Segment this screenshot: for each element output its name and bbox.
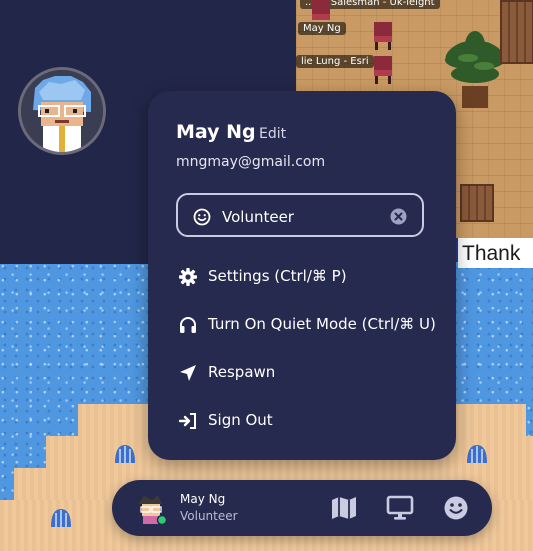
beach-chair: [51, 509, 71, 527]
smile-icon: [193, 208, 211, 226]
board-text: Thank: [462, 242, 521, 265]
menu-item-label: Settings (Ctrl/⌘ P): [208, 267, 347, 285]
profile-user-name: May Ng: [176, 121, 256, 143]
menu-item-label: Respawn: [208, 363, 276, 381]
location-arrow-icon: [180, 365, 196, 381]
sign-out-icon: [178, 413, 196, 429]
player-name-tag: lie Lung - Esri: [296, 55, 374, 68]
online-status-dot: [156, 514, 168, 526]
avatar-sprite-icon: [21, 70, 103, 152]
beach-chair: [467, 445, 487, 463]
status-value: Volunteer: [222, 208, 294, 226]
user-avatar-button[interactable]: [134, 492, 168, 526]
map-icon[interactable]: [330, 494, 358, 522]
menu-item-label: Turn On Quiet Mode (Ctrl/⌘ U): [208, 315, 436, 333]
chair: [374, 56, 392, 84]
profile-menu-popup: May Ng Edit mngmay@gmail.com Volunteer S…: [148, 91, 456, 460]
clear-circle-icon[interactable]: [390, 208, 407, 225]
wooden-crate: [500, 0, 533, 64]
headphones-icon: [180, 317, 196, 333]
chair: [374, 22, 392, 50]
beach-chair: [115, 445, 135, 463]
menu-item-settings[interactable]: Settings (Ctrl/⌘ P): [178, 265, 438, 289]
menu-item-sign-out[interactable]: Sign Out: [178, 409, 438, 433]
wooden-crate: [460, 184, 494, 222]
bottom-bar-user-status: Volunteer: [180, 509, 238, 523]
profile-email: mngmay@gmail.com: [176, 154, 326, 170]
status-input[interactable]: Volunteer: [176, 193, 424, 237]
menu-item-label: Sign Out: [208, 411, 273, 429]
water-area: [526, 404, 533, 436]
edit-name-link[interactable]: Edit: [259, 126, 286, 142]
gear-icon: [179, 268, 197, 286]
bottom-bar-user-name: May Ng: [180, 492, 226, 506]
chair: [312, 0, 330, 20]
bottom-toolbar: May Ng Volunteer: [112, 480, 492, 536]
emote-icon[interactable]: [442, 494, 470, 522]
player-avatar[interactable]: [18, 67, 106, 155]
menu-item-quiet-mode[interactable]: Turn On Quiet Mode (Ctrl/⌘ U): [178, 313, 438, 337]
screen-share-icon[interactable]: [386, 494, 414, 522]
menu-item-respawn[interactable]: Respawn: [178, 361, 438, 385]
